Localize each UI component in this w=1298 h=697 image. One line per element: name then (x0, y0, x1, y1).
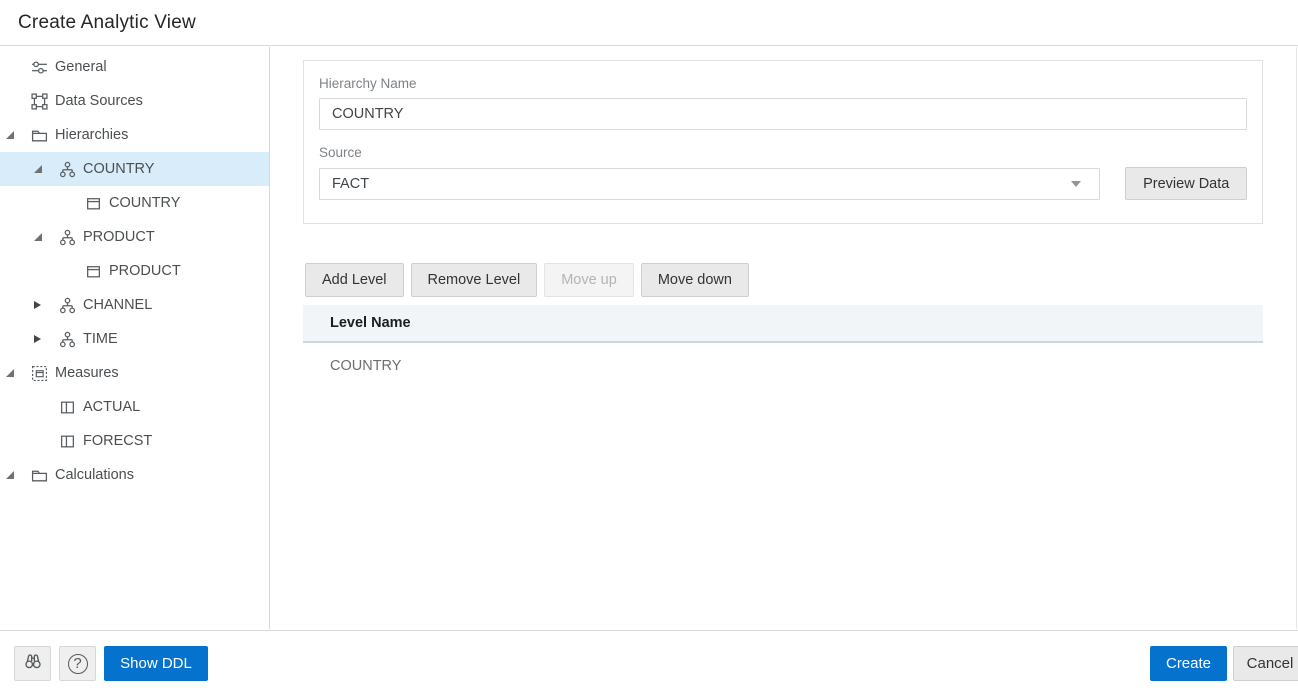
data-sources-icon (30, 92, 48, 110)
find-ddl-button[interactable] (14, 646, 51, 681)
source-selected-value: FACT (332, 176, 1071, 192)
tree-item-label: COUNTRY (83, 161, 154, 177)
measure-column-icon (58, 432, 76, 450)
tree-item-hierarchies[interactable]: Hierarchies (0, 118, 269, 152)
tree-item-hierarchy-product[interactable]: PRODUCT (0, 220, 269, 254)
hierarchy-icon (58, 330, 76, 348)
window-icon (84, 262, 102, 280)
table-row[interactable]: COUNTRY (303, 343, 1263, 389)
expand-arrow[interactable] (6, 369, 30, 377)
move-up-button[interactable]: Move up (544, 263, 634, 297)
create-analytic-view-dialog: Create Analytic View General (0, 0, 1298, 697)
sliders-icon (30, 58, 48, 76)
binoculars-icon (23, 651, 43, 676)
tree-item-label: Data Sources (55, 93, 143, 109)
tree-item-label: FORECST (83, 433, 152, 449)
tree-item-label: General (55, 59, 107, 75)
tree-item-label: PRODUCT (83, 229, 155, 245)
tree-item-hierarchy-country[interactable]: COUNTRY (0, 152, 269, 186)
preview-data-button[interactable]: Preview Data (1125, 167, 1247, 200)
add-level-button[interactable]: Add Level (305, 263, 404, 297)
cancel-button[interactable]: Cancel (1233, 646, 1298, 681)
tree-item-measures[interactable]: Measures (0, 356, 269, 390)
hierarchy-icon (58, 160, 76, 178)
expand-arrow[interactable] (34, 335, 58, 343)
dialog-header: Create Analytic View (0, 0, 1298, 46)
expand-arrow[interactable] (34, 233, 58, 241)
chevron-down-icon (1071, 181, 1081, 187)
tree-item-hierarchy-channel[interactable]: CHANNEL (0, 288, 269, 322)
expand-arrow[interactable] (34, 301, 58, 309)
level-toolbar: Add Level Remove Level Move up Move down (305, 263, 749, 297)
source-select[interactable]: FACT (319, 168, 1100, 200)
tree-item-general[interactable]: General (0, 50, 269, 84)
hierarchy-detail-panel: Hierarchy Name Source FACT Preview Data … (271, 47, 1298, 629)
level-name-column-header: Level Name (330, 315, 411, 331)
tree-item-label: TIME (83, 331, 118, 347)
hierarchy-name-input[interactable] (319, 98, 1247, 130)
hierarchy-form: Hierarchy Name Source FACT Preview Data (303, 60, 1263, 224)
help-button[interactable]: ? (59, 646, 96, 681)
hierarchy-icon (58, 296, 76, 314)
remove-level-button[interactable]: Remove Level (411, 263, 538, 297)
tree-item-label: COUNTRY (109, 195, 180, 211)
source-label: Source (319, 145, 1247, 160)
measure-column-icon (58, 398, 76, 416)
level-table: Level Name COUNTRY (303, 305, 1263, 389)
folder-icon (30, 126, 48, 144)
move-down-button[interactable]: Move down (641, 263, 749, 297)
page-title: Create Analytic View (18, 12, 196, 34)
tree-item-label: Calculations (55, 467, 134, 483)
tree-item-level-product[interactable]: PRODUCT (0, 254, 269, 288)
tree-item-measure-actual[interactable]: ACTUAL (0, 390, 269, 424)
tree-item-label: CHANNEL (83, 297, 152, 313)
tree-item-measure-forecst[interactable]: FORECST (0, 424, 269, 458)
help-icon: ? (68, 654, 88, 674)
tree-item-calculations[interactable]: Calculations (0, 458, 269, 492)
expand-arrow[interactable] (6, 131, 30, 139)
panel-edge-divider (1296, 47, 1297, 629)
hierarchy-icon (58, 228, 76, 246)
tree-item-data-sources[interactable]: Data Sources (0, 84, 269, 118)
tree-item-label: ACTUAL (83, 399, 140, 415)
level-name-cell: COUNTRY (330, 358, 401, 374)
tree-item-hierarchy-time[interactable]: TIME (0, 322, 269, 356)
tree-item-label: Measures (55, 365, 119, 381)
expand-arrow[interactable] (34, 165, 58, 173)
create-button[interactable]: Create (1150, 646, 1227, 681)
level-table-header: Level Name (303, 305, 1263, 343)
window-icon (84, 194, 102, 212)
dialog-footer: ? Show DDL Create Cancel (0, 630, 1298, 697)
expand-arrow[interactable] (6, 471, 30, 479)
show-ddl-button[interactable]: Show DDL (104, 646, 208, 681)
tree-item-label: Hierarchies (55, 127, 128, 143)
tree-item-label: PRODUCT (109, 263, 181, 279)
measures-icon (30, 364, 48, 382)
tree-item-level-country[interactable]: COUNTRY (0, 186, 269, 220)
hierarchy-name-label: Hierarchy Name (319, 76, 1247, 91)
navigation-tree: General Data Sources Hierarchies (0, 47, 270, 629)
folder-icon (30, 466, 48, 484)
